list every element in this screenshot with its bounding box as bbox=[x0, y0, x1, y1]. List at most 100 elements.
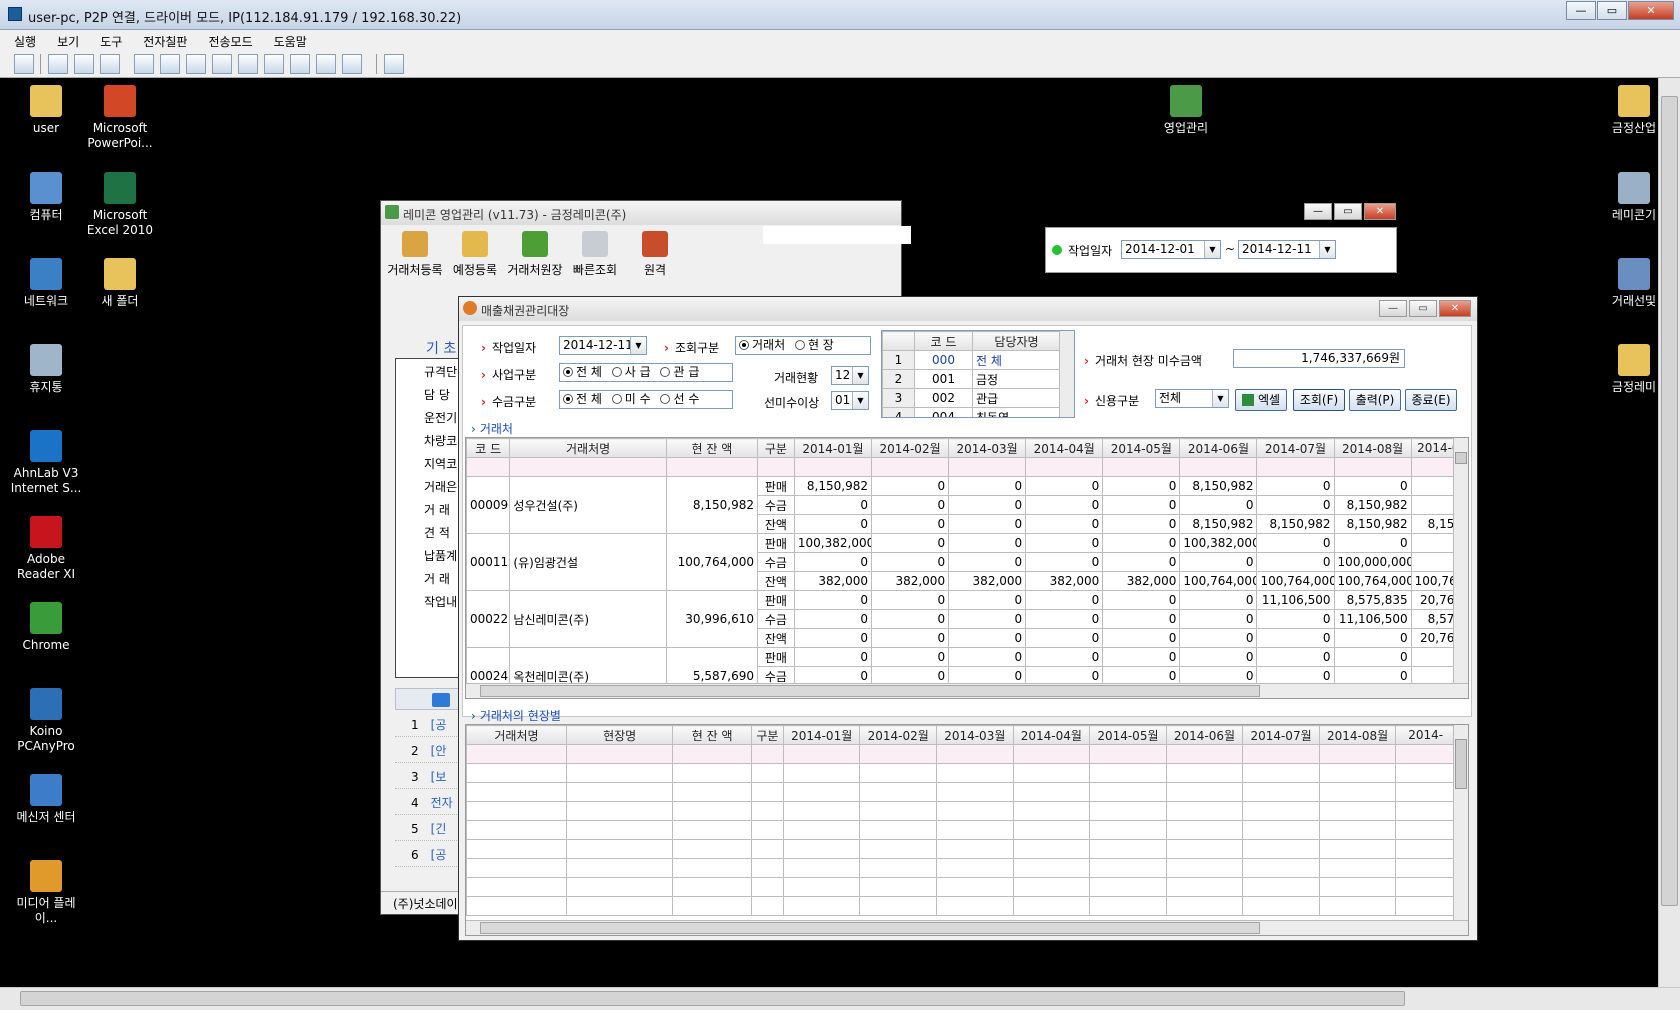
manager-row[interactable]: 2 001 금정 bbox=[882, 369, 1061, 389]
advance-select[interactable]: 01 ▼ bbox=[831, 391, 869, 410]
column-header[interactable]: 2014-01월 bbox=[782, 725, 861, 745]
close-button[interactable]: ✕ bbox=[1364, 203, 1396, 220]
scroll-thumb[interactable] bbox=[1661, 96, 1678, 906]
remote-horizontal-scrollbar[interactable] bbox=[0, 987, 1680, 1010]
menu-run[interactable]: 실행 bbox=[0, 30, 43, 50]
minimize-button[interactable]: — bbox=[1379, 300, 1407, 317]
radio-receipt-all[interactable]: 전 체 bbox=[563, 391, 602, 408]
side-menu-item[interactable]: 차량코 bbox=[396, 428, 465, 451]
column-header[interactable]: 2014-04월 bbox=[1012, 725, 1091, 745]
side-menu-item[interactable]: 견 적 bbox=[396, 520, 465, 543]
excel-button[interactable]: 엑셀 bbox=[1235, 389, 1287, 411]
desktop-icon[interactable]: 새 폴더 bbox=[82, 258, 158, 309]
multi-monitor-icon[interactable] bbox=[316, 54, 336, 74]
chevron-down-icon[interactable]: ▼ bbox=[852, 392, 868, 409]
desktop-icon[interactable]: Microsoft PowerPoi... bbox=[82, 85, 158, 151]
close-button[interactable]: ✕ bbox=[1439, 300, 1471, 317]
minimize-button[interactable]: — bbox=[1304, 203, 1332, 220]
column-header[interactable]: 2014- bbox=[1395, 725, 1456, 745]
desktop-icon[interactable]: 메신저 센터 bbox=[8, 774, 84, 825]
user-icon[interactable] bbox=[238, 54, 258, 74]
side-menu-item[interactable]: 작업내 bbox=[396, 589, 465, 612]
desktop-icon[interactable]: AhnLab V3 Internet S... bbox=[8, 430, 84, 496]
menu-view[interactable]: 보기 bbox=[43, 30, 86, 50]
notice-row[interactable]: 1 [공 bbox=[395, 711, 465, 737]
notice-row[interactable]: 4 전자 bbox=[395, 789, 465, 815]
grid1-hscrollbar[interactable] bbox=[466, 683, 1468, 698]
desktop-icon[interactable]: 컴퓨터 bbox=[8, 172, 84, 223]
side-menu-item[interactable]: 거래은 bbox=[396, 474, 465, 497]
side-menu-item[interactable]: 지역코 bbox=[396, 451, 465, 474]
side-menu-item[interactable]: 운전기 bbox=[396, 405, 465, 428]
column-header[interactable]: 현 잔 액 bbox=[672, 725, 752, 745]
side-menu-item[interactable]: 거 래 bbox=[396, 566, 465, 589]
credit-select[interactable]: 전체 ▼ bbox=[1155, 389, 1229, 408]
manager-row[interactable]: 1 000 전 체 bbox=[882, 350, 1061, 370]
display-icon[interactable] bbox=[264, 54, 284, 74]
transfer-icon[interactable] bbox=[134, 54, 154, 74]
desktop-icon[interactable]: Adobe Reader XI bbox=[8, 516, 84, 582]
side-menu-item[interactable]: 규격단 bbox=[396, 359, 465, 382]
query-button[interactable]: 조회(F) bbox=[1293, 389, 1345, 411]
manager-list[interactable]: 코 드 담당자명 1 000 전 체 2 001 금정 3 002 관급 4 004 최동엽 bbox=[881, 330, 1075, 418]
keyboard-icon[interactable] bbox=[74, 54, 94, 74]
notice-row[interactable]: 6 [공 bbox=[395, 841, 465, 867]
radio-business-all[interactable]: 전 체 bbox=[563, 364, 602, 381]
chevron-down-icon[interactable]: ▼ bbox=[852, 367, 868, 384]
capture-icon[interactable] bbox=[290, 54, 310, 74]
menu-whiteboard[interactable]: 전자칠판 bbox=[129, 30, 194, 50]
side-menu-item[interactable]: 담 당 bbox=[396, 382, 465, 405]
tool-customer-ledger[interactable]: 거래처원장 bbox=[505, 231, 565, 278]
manager-row[interactable]: 4 004 최동엽 bbox=[882, 407, 1061, 417]
date-to-input[interactable]: 2014-12-11 ▼ bbox=[1238, 240, 1336, 259]
tool-quick-query[interactable]: 빠른조회 bbox=[565, 231, 625, 278]
grid2-vscrollbar[interactable] bbox=[1453, 725, 1468, 921]
column-header[interactable]: 현장명 bbox=[565, 725, 674, 745]
menu-help[interactable]: 도움말 bbox=[260, 30, 314, 50]
desktop-icon[interactable]: 미디어 플레이... bbox=[8, 860, 84, 926]
grid1-vscrollbar[interactable] bbox=[1453, 438, 1468, 684]
radio-receipt-advance[interactable]: 선 수 bbox=[660, 391, 699, 408]
radio-business-public[interactable]: 관 급 bbox=[660, 364, 699, 381]
chevron-down-icon[interactable]: ▼ bbox=[1319, 241, 1335, 258]
side-menu-item[interactable]: 납품계 bbox=[396, 543, 465, 566]
column-header[interactable]: 2014-07월 bbox=[1256, 438, 1335, 458]
chevron-down-icon[interactable]: ▼ bbox=[1212, 390, 1228, 407]
desktop-icon[interactable]: Microsoft Excel 2010 bbox=[82, 172, 158, 238]
column-header[interactable]: 2014-02월 bbox=[870, 438, 950, 458]
radio-customer[interactable]: 거래처 bbox=[739, 337, 785, 354]
tool-customer-register[interactable]: 거래처등록 bbox=[385, 231, 445, 278]
radio-receipt-unpaid[interactable]: 미 수 bbox=[611, 391, 651, 408]
column-header[interactable]: 2014-03월 bbox=[936, 725, 1014, 745]
column-header[interactable]: 2014-08월 bbox=[1333, 438, 1412, 458]
column-header[interactable]: 2014-05월 bbox=[1102, 438, 1181, 458]
network-icon[interactable] bbox=[212, 54, 232, 74]
column-header[interactable]: 2014-06월 bbox=[1165, 725, 1244, 745]
status-select[interactable]: 12 ▼ bbox=[831, 366, 869, 385]
grid2-hscrollbar[interactable] bbox=[466, 920, 1468, 935]
remote-vertical-scrollbar[interactable] bbox=[1658, 78, 1680, 990]
date-from-input[interactable]: 2014-12-01 ▼ bbox=[1121, 240, 1221, 259]
desktop-icon[interactable]: 휴지통 bbox=[8, 344, 84, 395]
radio-business-private[interactable]: 사 급 bbox=[611, 364, 651, 381]
desktop-icon[interactable]: 영업관리 bbox=[1148, 85, 1224, 136]
notice-row[interactable]: 2 [안 bbox=[395, 737, 465, 763]
column-header[interactable]: 2014-03월 bbox=[948, 438, 1027, 458]
column-header[interactable]: 구분 bbox=[756, 438, 795, 458]
minimize-button[interactable]: — bbox=[1566, 1, 1596, 20]
column-header[interactable]: 2014-08월 bbox=[1318, 725, 1397, 745]
table-row[interactable]: 000098성우건설(주)8,150,982판매8,150,98200008,1… bbox=[466, 476, 1467, 534]
column-header[interactable]: 2014-01월 bbox=[793, 438, 872, 458]
notice-row[interactable]: 5 [긴 bbox=[395, 815, 465, 841]
close-button[interactable]: ✕ bbox=[1628, 1, 1674, 20]
column-header[interactable]: 현 잔 액 bbox=[665, 438, 758, 458]
screen-icon[interactable] bbox=[14, 54, 34, 74]
desktop-icon[interactable]: Koino PCAnyPro bbox=[8, 688, 84, 754]
tool-remote[interactable]: 원격 bbox=[625, 231, 685, 278]
column-header[interactable]: 2014-04월 bbox=[1025, 438, 1104, 458]
column-header[interactable]: 코 드 bbox=[466, 438, 511, 458]
notice-row[interactable]: 3 [보 bbox=[395, 763, 465, 789]
column-header[interactable]: 거래처명 bbox=[466, 725, 567, 745]
side-menu-item[interactable]: 거 래 bbox=[396, 497, 465, 520]
manager-scrollbar[interactable] bbox=[1059, 331, 1074, 417]
